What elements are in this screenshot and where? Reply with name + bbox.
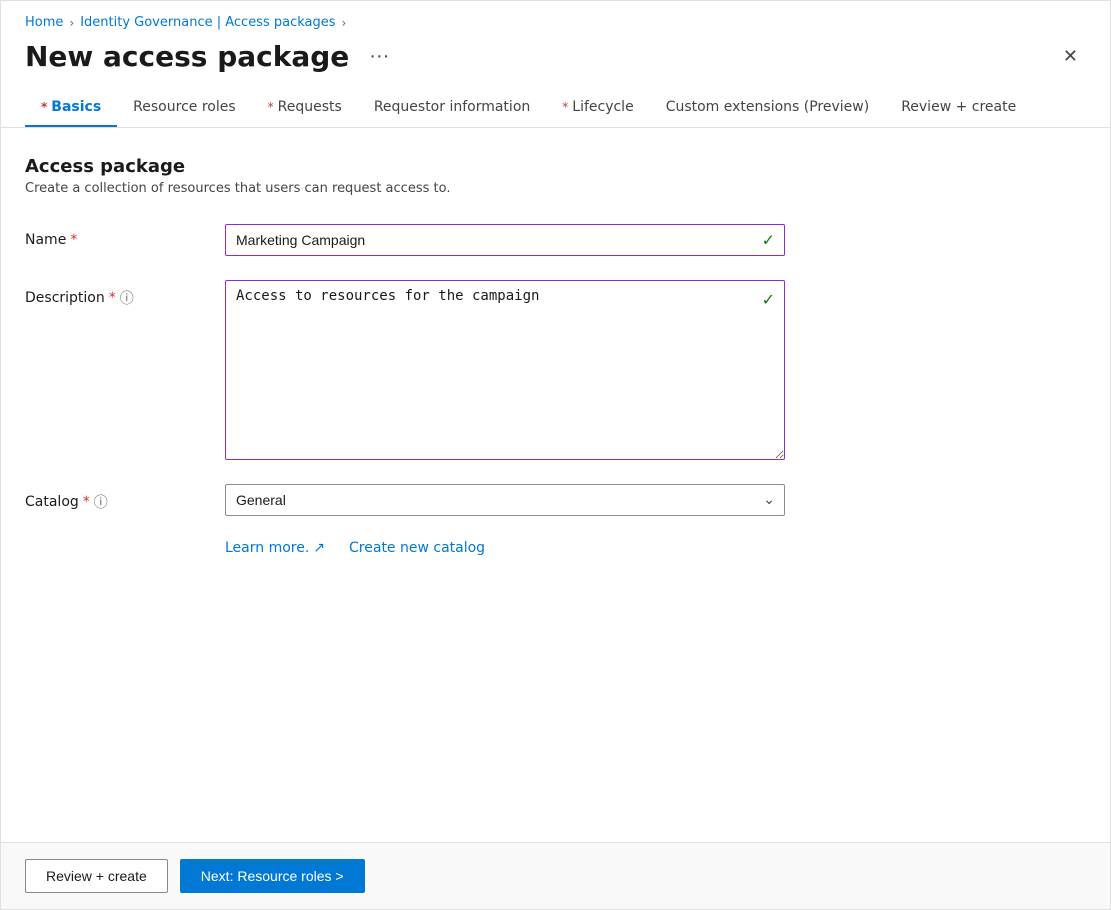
description-textarea-wrap: Access to resources for the campaign ✓: [225, 280, 785, 460]
description-textarea[interactable]: Access to resources for the campaign: [225, 280, 785, 460]
ellipsis-button[interactable]: ···: [361, 41, 397, 72]
catalog-info-icon[interactable]: ⓘ: [94, 492, 108, 512]
basics-req-star: *: [41, 100, 47, 114]
page-header-left: New access package ···: [25, 40, 397, 73]
footer: Review + create Next: Resource roles >: [1, 842, 1110, 909]
learn-more-label: Learn more.: [225, 540, 309, 556]
tabs-bar: * Basics Resource roles * Requests Reque…: [1, 89, 1110, 128]
tab-requests[interactable]: * Requests: [252, 89, 358, 127]
name-req-star: *: [70, 232, 77, 248]
tab-lifecycle-label: Lifecycle: [572, 99, 633, 115]
breadcrumb-home[interactable]: Home: [25, 15, 63, 30]
breadcrumb-identity-governance[interactable]: Identity Governance | Access packages: [80, 15, 335, 30]
tab-custom-extensions-label: Custom extensions (Preview): [666, 99, 870, 115]
description-control-wrap: Access to resources for the campaign ✓: [225, 280, 785, 460]
catalog-select[interactable]: General My Catalog IT Resources: [225, 484, 785, 516]
section-subtitle: Create a collection of resources that us…: [25, 181, 1086, 196]
tab-resource-roles-label: Resource roles: [133, 99, 235, 115]
next-resource-roles-button[interactable]: Next: Resource roles >: [180, 859, 365, 893]
name-row: Name * ✓: [25, 224, 1086, 256]
name-input[interactable]: [225, 224, 785, 256]
tab-custom-extensions[interactable]: Custom extensions (Preview): [650, 89, 886, 127]
tab-basics-label: Basics: [51, 99, 101, 115]
create-new-catalog-link[interactable]: Create new catalog: [349, 540, 485, 556]
tab-requestor-information[interactable]: Requestor information: [358, 89, 546, 127]
links-row: Learn more. ↗ Create new catalog: [225, 540, 1086, 556]
main-window: Home › Identity Governance | Access pack…: [0, 0, 1111, 910]
lifecycle-req-star: *: [562, 100, 568, 114]
content-area: Access package Create a collection of re…: [1, 128, 1110, 842]
name-input-wrap: ✓: [225, 224, 785, 256]
description-label: Description * ⓘ: [25, 280, 225, 308]
breadcrumb: Home › Identity Governance | Access pack…: [1, 1, 1110, 36]
learn-more-link[interactable]: Learn more. ↗: [225, 540, 325, 556]
tab-requests-label: Requests: [278, 99, 342, 115]
close-button[interactable]: ✕: [1055, 40, 1086, 73]
tab-requestor-information-label: Requestor information: [374, 99, 530, 115]
tab-resource-roles[interactable]: Resource roles: [117, 89, 251, 127]
page-header: New access package ··· ✕: [1, 36, 1110, 89]
breadcrumb-sep2: ›: [342, 16, 347, 30]
desc-req-star: *: [109, 290, 116, 306]
name-label: Name *: [25, 224, 225, 248]
tab-review-create[interactable]: Review + create: [885, 89, 1032, 127]
catalog-select-wrap: General My Catalog IT Resources ⌄: [225, 484, 785, 516]
review-create-button[interactable]: Review + create: [25, 859, 168, 893]
requests-req-star: *: [268, 100, 274, 114]
section-title: Access package: [25, 156, 1086, 177]
page-title: New access package: [25, 40, 349, 73]
name-control-wrap: ✓: [225, 224, 785, 256]
tab-basics[interactable]: * Basics: [25, 89, 117, 127]
catalog-control-wrap: General My Catalog IT Resources ⌄: [225, 484, 785, 516]
catalog-req-star: *: [83, 494, 90, 510]
catalog-label: Catalog * ⓘ: [25, 484, 225, 512]
breadcrumb-sep1: ›: [69, 16, 74, 30]
description-row: Description * ⓘ Access to resources for …: [25, 280, 1086, 460]
tab-review-create-label: Review + create: [901, 99, 1016, 115]
catalog-row: Catalog * ⓘ General My Catalog IT Resour…: [25, 484, 1086, 516]
tab-lifecycle[interactable]: * Lifecycle: [546, 89, 649, 127]
description-info-icon[interactable]: ⓘ: [120, 288, 134, 308]
learn-more-external-icon: ↗: [313, 540, 325, 556]
